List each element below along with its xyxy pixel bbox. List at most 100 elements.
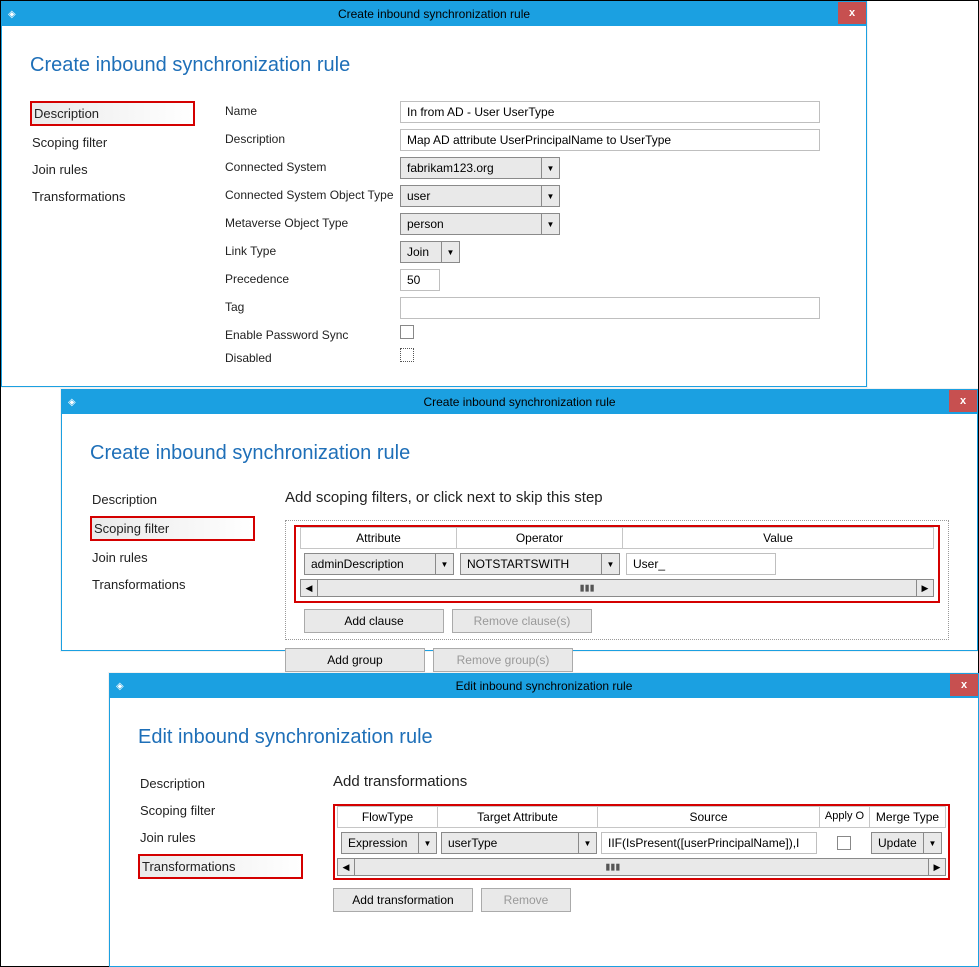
scroll-track[interactable]: ▮▮▮ — [318, 579, 916, 597]
nav-description[interactable]: Description — [90, 489, 255, 510]
apply-once-checkbox[interactable] — [837, 836, 851, 850]
description-label: Description — [225, 129, 400, 146]
nav-join-rules[interactable]: Join rules — [30, 159, 195, 180]
filter-value-input[interactable] — [626, 553, 776, 575]
filter-header-operator: Operator — [457, 528, 623, 548]
nav-transformations[interactable]: Transformations — [138, 854, 303, 879]
scoping-filter-highlight: Attribute Operator Value adminDescriptio… — [294, 525, 940, 603]
enable-password-sync-checkbox[interactable] — [400, 325, 414, 339]
scroll-right-button[interactable]: ▶ — [928, 858, 946, 876]
nav-scoping-filter[interactable]: Scoping filter — [90, 516, 255, 541]
window-title: Create inbound synchronization rule — [338, 7, 530, 21]
scroll-right-button[interactable]: ▶ — [916, 579, 934, 597]
disabled-checkbox[interactable] — [400, 348, 414, 362]
close-button[interactable]: x — [950, 674, 978, 696]
nav-scoping-filter[interactable]: Scoping filter — [30, 132, 195, 153]
precedence-label: Precedence — [225, 269, 400, 286]
app-icon: ◈ — [116, 681, 124, 692]
page-heading: Create inbound synchronization rule — [30, 54, 838, 77]
nav-join-rules[interactable]: Join rules — [138, 827, 303, 848]
window-create-rule-scoping: ◈ Create inbound synchronization rule x … — [61, 389, 978, 651]
transformation-header-row: FlowType Target Attribute Source Apply O… — [337, 806, 946, 828]
connected-object-type-dropdown[interactable]: user▼ — [400, 185, 560, 207]
app-icon: ◈ — [8, 9, 16, 20]
filter-attribute-dropdown[interactable]: adminDescription▼ — [304, 553, 454, 575]
disabled-label: Disabled — [225, 348, 400, 365]
window-title: Edit inbound synchronization rule — [456, 679, 633, 693]
titlebar[interactable]: ◈ Create inbound synchronization rule x — [2, 2, 866, 26]
chevron-down-icon: ▼ — [418, 833, 436, 853]
metaverse-object-type-dropdown[interactable]: person▼ — [400, 213, 560, 235]
remove-clause-button[interactable]: Remove clause(s) — [452, 609, 592, 633]
horizontal-scrollbar[interactable]: ◀ ▮▮▮ ▶ — [337, 858, 946, 876]
header-merge-type: Merge Type — [870, 807, 945, 827]
flowtype-dropdown[interactable]: Expression▼ — [341, 832, 437, 854]
scroll-left-button[interactable]: ◀ — [337, 858, 355, 876]
chevron-down-icon: ▼ — [541, 158, 559, 178]
link-type-label: Link Type — [225, 241, 400, 258]
remove-transformation-button[interactable]: Remove — [481, 888, 571, 912]
header-source: Source — [598, 807, 820, 827]
filter-operator-dropdown[interactable]: NOTSTARTSWITH▼ — [460, 553, 620, 575]
add-group-button[interactable]: Add group — [285, 648, 425, 672]
connected-system-label: Connected System — [225, 157, 400, 174]
connected-object-type-label: Connected System Object Type — [225, 185, 400, 202]
nav-scoping-filter[interactable]: Scoping filter — [138, 800, 303, 821]
scroll-left-button[interactable]: ◀ — [300, 579, 318, 597]
app-icon: ◈ — [68, 397, 76, 408]
add-transformation-button[interactable]: Add transformation — [333, 888, 473, 912]
nav-join-rules[interactable]: Join rules — [90, 547, 255, 568]
scoping-group: Attribute Operator Value adminDescriptio… — [285, 520, 949, 640]
tag-input[interactable] — [400, 297, 820, 319]
chevron-down-icon: ▼ — [541, 214, 559, 234]
transformations-form: Add transformations FlowType Target Attr… — [333, 773, 950, 912]
nav-description[interactable]: Description — [138, 773, 303, 794]
close-button[interactable]: x — [838, 2, 866, 24]
metaverse-object-type-label: Metaverse Object Type — [225, 213, 400, 230]
chevron-down-icon: ▼ — [541, 186, 559, 206]
filter-header-value: Value — [623, 528, 933, 548]
precedence-input[interactable] — [400, 269, 440, 291]
window-title: Create inbound synchronization rule — [423, 395, 615, 409]
header-apply-once: Apply O — [820, 807, 870, 827]
merge-type-dropdown[interactable]: Update▼ — [871, 832, 942, 854]
chevron-down-icon: ▼ — [441, 242, 459, 262]
filter-header-row: Attribute Operator Value — [300, 527, 934, 549]
name-label: Name — [225, 101, 400, 118]
scoping-form: Add scoping filters, or click next to sk… — [285, 489, 949, 672]
link-type-dropdown[interactable]: Join▼ — [400, 241, 460, 263]
page-heading: Edit inbound synchronization rule — [138, 726, 950, 749]
chevron-down-icon: ▼ — [435, 554, 453, 574]
remove-group-button[interactable]: Remove group(s) — [433, 648, 573, 672]
transformations-highlight: FlowType Target Attribute Source Apply O… — [333, 804, 950, 880]
scroll-track[interactable]: ▮▮▮ — [355, 858, 928, 876]
header-target-attribute: Target Attribute — [438, 807, 598, 827]
scoping-section-title: Add scoping filters, or click next to sk… — [285, 489, 949, 506]
chevron-down-icon: ▼ — [923, 833, 941, 853]
nav-transformations[interactable]: Transformations — [90, 574, 255, 595]
chevron-down-icon: ▼ — [601, 554, 619, 574]
horizontal-scrollbar[interactable]: ◀ ▮▮▮ ▶ — [300, 579, 934, 597]
titlebar[interactable]: ◈ Create inbound synchronization rule x — [62, 390, 977, 414]
titlebar[interactable]: ◈ Edit inbound synchronization rule x — [110, 674, 978, 698]
nav: Description Scoping filter Join rules Tr… — [30, 101, 195, 371]
source-input[interactable] — [601, 832, 817, 854]
description-form: Name Description Connected System fabrik… — [225, 101, 838, 371]
close-button[interactable]: x — [949, 390, 977, 412]
page-heading: Create inbound synchronization rule — [90, 442, 949, 465]
description-input[interactable] — [400, 129, 820, 151]
nav: Description Scoping filter Join rules Tr… — [138, 773, 303, 912]
connected-system-dropdown[interactable]: fabrikam123.org▼ — [400, 157, 560, 179]
chevron-down-icon: ▼ — [578, 833, 596, 853]
nav-description[interactable]: Description — [30, 101, 195, 126]
transformations-section-title: Add transformations — [333, 773, 950, 790]
target-attribute-dropdown[interactable]: userType▼ — [441, 832, 597, 854]
filter-header-attribute: Attribute — [301, 528, 457, 548]
window-create-rule-description: ◈ Create inbound synchronization rule x … — [1, 1, 867, 387]
filter-row: adminDescription▼ NOTSTARTSWITH▼ — [300, 549, 934, 575]
name-input[interactable] — [400, 101, 820, 123]
add-clause-button[interactable]: Add clause — [304, 609, 444, 633]
transformation-row: Expression▼ userType▼ Update▼ — [337, 828, 946, 854]
nav-transformations[interactable]: Transformations — [30, 186, 195, 207]
header-flowtype: FlowType — [338, 807, 438, 827]
